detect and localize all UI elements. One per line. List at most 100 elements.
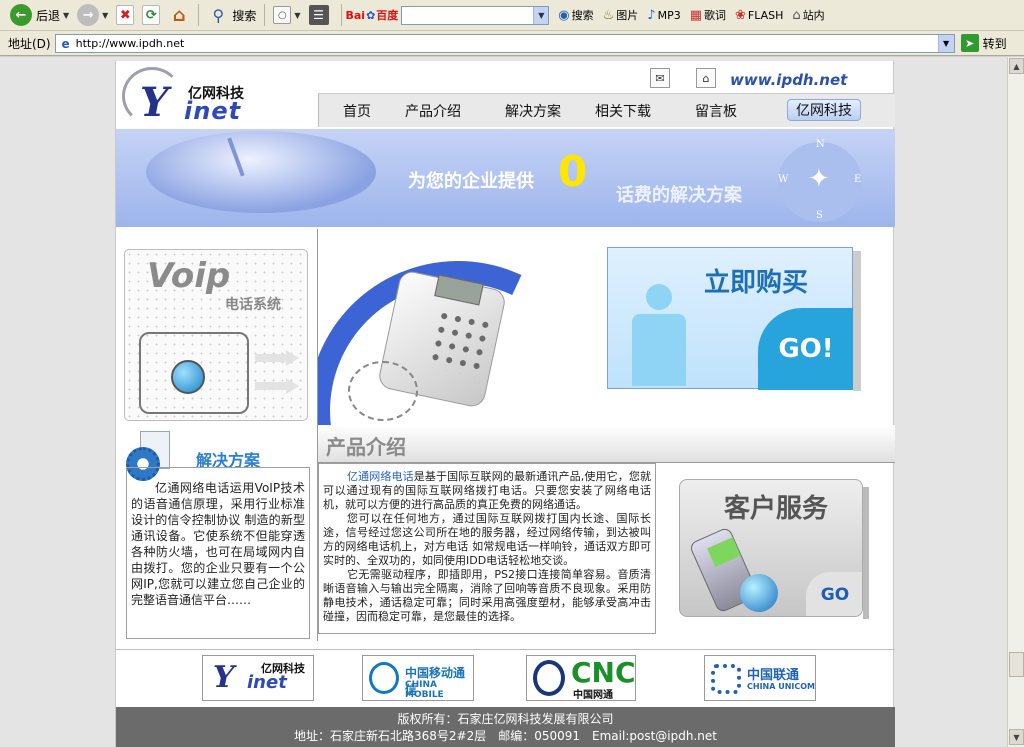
service-go-button[interactable]: GO — [806, 572, 862, 616]
partner-logo-china-unicom[interactable]: 中国联通 CHINA UNICOM — [704, 655, 816, 701]
hero-banner: 为您的企业提供 0 话费的解决方案 N E S W ✦ — [116, 129, 895, 227]
product-paragraph-1: 亿通网络电话是基于国际互联网的最新通讯产品,使用它，您就可以通过现有的国际互联网… — [323, 470, 651, 512]
chevron-down-icon[interactable]: ▼ — [102, 11, 108, 20]
solutions-text: 亿通网络电话运用VoIP技术的语音通信原理，采用行业标准设计的信令控制协议 制造… — [126, 467, 310, 639]
person-head — [646, 284, 672, 310]
voip-system-box[interactable]: Voip 电话系统 — [124, 249, 308, 421]
partner-cm-en: CHINA MOBILE — [405, 680, 444, 700]
stop-button[interactable]: ✖ — [112, 3, 138, 27]
bookmark-icon: ☰ — [308, 5, 329, 25]
logo-en: inet — [184, 97, 242, 125]
chevron-down-icon[interactable]: ▼ — [533, 6, 549, 24]
chevron-down-icon[interactable]: ▼ — [63, 11, 69, 20]
nav-item-solutions[interactable]: 解决方案 — [505, 101, 561, 121]
scroll-thumb[interactable] — [1009, 652, 1024, 677]
nav-item-products[interactable]: 产品介绍 — [405, 101, 461, 121]
customer-service-title: 客户服务 — [724, 494, 829, 524]
baidu-item-label: 站内 — [802, 9, 825, 22]
globe-icon: ◉ — [558, 7, 570, 23]
nav-item-downloads[interactable]: 相关下载 — [595, 101, 651, 121]
search-label: 搜索 — [232, 8, 257, 23]
compass-south: S — [816, 210, 823, 221]
logo-y: Y — [140, 79, 169, 126]
go-label: 转到 — [982, 36, 1007, 51]
product-title: 产品介绍 — [326, 435, 406, 459]
arrow-right-icon — [255, 350, 299, 366]
partner-logo-china-mobile[interactable]: 中国移动通信 CHINA MOBILE — [362, 655, 474, 701]
nav-item-guestbook[interactable]: 留言板 — [695, 101, 737, 121]
banner-tagline-part2: 话费的解决方案 — [616, 185, 742, 206]
baidu-search-input[interactable]: ▼ — [401, 5, 550, 25]
nav-item-about[interactable]: 亿网科技 — [787, 99, 861, 121]
product-paragraph-2: 您可以在任何地方，通过国际互联网拨打国内长途、国际长途，信号经过您这公司所在地的… — [323, 512, 651, 567]
vertical-scrollbar[interactable]: ▲ ▼ — [1007, 57, 1024, 747]
baidu-mp3-button[interactable]: ♪ MP3 — [647, 8, 680, 23]
buy-box-shadow — [853, 251, 861, 391]
footer-address: 地址：石家庄新石北路368号2#2层 邮编：050091 Email:post@… — [294, 729, 717, 743]
person-body — [632, 314, 686, 386]
partner-logo-inet[interactable]: Y 亿网科技 inet — [202, 655, 314, 701]
compass-graphic: N E S W ✦ — [756, 134, 866, 224]
scroll-down-icon[interactable]: ▼ — [1009, 729, 1024, 745]
address-label: 地址(D) — [8, 36, 51, 51]
nav-item-home[interactable]: 首页 — [343, 101, 371, 121]
baidu-logo[interactable]: Bai ✿ 百度 — [346, 7, 399, 23]
flash-icon: ❀ — [735, 7, 746, 23]
toolbar-separator — [264, 4, 266, 26]
arrow-right-icon — [255, 378, 299, 394]
product-section-header: 产品介绍 — [318, 425, 895, 463]
baidu-lyrics-button[interactable]: ▦ 歌词 — [690, 7, 726, 23]
home-icon: ⌂ — [172, 4, 186, 26]
page-viewport: Y 亿网科技 inet ✉ ⌂ www.ipdh.net 首页 产品介绍 解决方… — [0, 57, 1007, 747]
partner-logo-cnc[interactable]: CNC 中国网通 — [526, 655, 636, 701]
baidu-logo-suffix: 百度 — [376, 9, 399, 22]
magnifier-icon: ⚲ — [212, 5, 225, 25]
search-button[interactable]: ⚲ 搜索 — [203, 3, 260, 27]
solutions-panel: 解决方案 亿通网络电话运用VoIP技术的语音通信原理，采用行业标准设计的信令控制… — [126, 431, 310, 639]
home-icon[interactable]: ⌂ — [696, 68, 716, 88]
lyrics-icon: ▦ — [689, 7, 703, 23]
music-note-icon: ♪ — [647, 7, 656, 23]
voip-subtitle: 电话系统 — [225, 297, 281, 313]
site-search-icon: ⌂ — [792, 7, 801, 23]
extra-button[interactable]: ☰ — [305, 3, 333, 27]
back-button[interactable]: ← 后退 ▼ — [6, 3, 73, 27]
footer-copyright: 版权所有：石家庄亿网科技发展有限公司 — [397, 712, 614, 726]
baidu-image-button[interactable]: ♨ 图片 — [603, 7, 639, 23]
product-name-link[interactable]: 亿通网络电话 — [347, 470, 414, 483]
baidu-logo-text: Bai — [345, 8, 366, 22]
forward-button[interactable]: → ▼ — [73, 3, 112, 27]
chevron-down-icon[interactable]: ▼ — [294, 11, 300, 20]
main-nav: 首页 产品介绍 解决方案 相关下载 留言板 亿网科技 — [318, 93, 895, 127]
partner-cu-en: CHINA UNICOM — [747, 682, 816, 691]
buy-now-banner[interactable]: 立即购买 GO! — [607, 247, 854, 390]
service-box-shadow — [863, 487, 869, 619]
baidu-flash-button[interactable]: ❀ FLASH — [735, 8, 783, 23]
site-logo[interactable]: Y 亿网科技 inet — [122, 67, 252, 126]
media-button[interactable]: ○ ▼ — [269, 3, 304, 27]
scroll-up-icon[interactable]: ▲ — [1009, 58, 1024, 74]
phone-cord — [348, 361, 418, 421]
address-url: http://www.ipdh.net — [75, 36, 185, 50]
person-icon — [632, 284, 686, 386]
forward-arrow-icon: → — [77, 4, 100, 26]
section-divider — [116, 649, 895, 650]
baidu-item-label: 图片 — [616, 9, 639, 22]
baidu-site-button[interactable]: ⌂ 站内 — [792, 7, 824, 23]
chevron-down-icon[interactable]: ▼ — [937, 34, 954, 52]
refresh-button[interactable]: ⟳ — [138, 3, 164, 27]
buy-go-button[interactable]: GO! — [758, 308, 854, 390]
go-button[interactable]: ➤ 转到 — [960, 34, 1007, 52]
mail-icon[interactable]: ✉ — [650, 68, 670, 88]
customer-service-banner[interactable]: 客户服务 GO — [679, 479, 863, 617]
baidu-search-button[interactable]: ◉ 搜索 — [558, 7, 593, 23]
home-button[interactable]: ⌂ — [164, 3, 194, 27]
media-icon: ○ — [273, 6, 292, 24]
baidu-item-label: 搜索 — [571, 9, 594, 22]
toolbar-separator — [198, 4, 200, 26]
web-page: Y 亿网科技 inet ✉ ⌂ www.ipdh.net 首页 产品介绍 解决方… — [115, 61, 895, 747]
site-footer: 版权所有：石家庄亿网科技发展有限公司 地址：石家庄新石北路368号2#2层 邮编… — [116, 707, 895, 747]
address-input[interactable]: e http://www.ipdh.net ▼ — [54, 33, 955, 53]
banner-tagline-part1: 为您的企业提供 — [408, 171, 534, 192]
globe-icon — [740, 574, 778, 612]
